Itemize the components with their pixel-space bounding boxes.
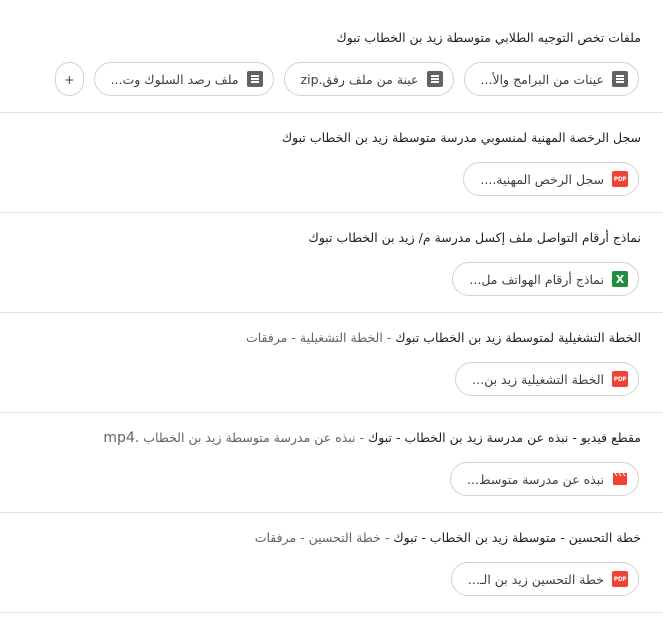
attachment-chips: PDF الخطة التشغيلية زيد بن... bbox=[0, 362, 639, 398]
attachment-chip[interactable]: نبذه عن مدرسة متوسط... bbox=[450, 462, 639, 496]
item-title[interactable]: خطة التحسين - متوسطة زيد بن الخطاب - تبو… bbox=[8, 529, 641, 547]
attachment-chips: نبذه عن مدرسة متوسط... bbox=[0, 462, 639, 498]
excel-icon-text: X bbox=[615, 272, 625, 286]
item-title[interactable]: ملفات تخص التوجيه الطلابي متوسطة زيد بن … bbox=[8, 29, 641, 47]
attachment-chips: X نماذج أرقام الهواتف مل... bbox=[0, 262, 639, 298]
item-title-extension: .mp4 bbox=[103, 430, 140, 446]
pdf-icon-text: PDF bbox=[613, 175, 627, 183]
item-title-main: سجل الرخصة المهنية لمنسوبي مدرسة متوسطة … bbox=[281, 130, 641, 145]
document-icon bbox=[246, 71, 263, 87]
item-title-sub: - خطة التحسين - مرفقات bbox=[254, 530, 394, 545]
item-title-sub: - نبذه عن مدرسة متوسطة زيد بن الخطاب bbox=[139, 430, 368, 445]
item-title-main: ملفات تخص التوجيه الطلابي متوسطة زيد بن … bbox=[336, 30, 641, 45]
attachment-chip[interactable]: ملف رصد السلوك وت... bbox=[93, 62, 274, 96]
list-item: الخطة التشغيلية لمتوسطة زيد بن الخطاب تب… bbox=[0, 313, 663, 413]
attachment-chip[interactable]: PDF الخطة التشغيلية زيد بن... bbox=[455, 362, 639, 396]
pdf-icon-text: PDF bbox=[613, 575, 627, 583]
attachment-name: ملف رصد السلوك وت... bbox=[110, 71, 239, 87]
item-title-main: نماذج أرقام التواصل ملف إكسل مدرسة م/ زي… bbox=[308, 230, 641, 245]
item-title-main: مقطع فيديو - نبذه عن مدرسة زيد بن الخطاب… bbox=[368, 430, 641, 445]
pdf-icon: PDF bbox=[612, 371, 628, 387]
attachment-chip[interactable]: عينة من ملف رفق.zip bbox=[283, 62, 454, 96]
attachment-name: نماذج أرقام الهواتف مل... bbox=[469, 271, 604, 287]
video-icon bbox=[612, 471, 628, 487]
item-title[interactable]: نماذج أرقام التواصل ملف إكسل مدرسة م/ زي… bbox=[8, 229, 641, 247]
list-item: مقطع فيديو - نبذه عن مدرسة زيد بن الخطاب… bbox=[0, 413, 663, 513]
attachment-chips: عينات من البرامج والأ... عينة من ملف رفق… bbox=[0, 62, 639, 98]
item-title[interactable]: سجل الرخصة المهنية لمنسوبي مدرسة متوسطة … bbox=[8, 129, 641, 147]
attachment-name: عينات من البرامج والأ... bbox=[480, 71, 604, 87]
attachment-chips: PDF خطة التحسين زيد بن الـ... bbox=[0, 562, 639, 598]
list-item: خطة التحسين - متوسطة زيد بن الخطاب - تبو… bbox=[0, 513, 663, 613]
item-title-main: خطة التحسين - متوسطة زيد بن الخطاب - تبو… bbox=[393, 530, 641, 545]
document-icon bbox=[426, 71, 443, 87]
attachment-chips: PDF سجل الرخص المهنية.... bbox=[0, 162, 639, 198]
pdf-icon-text: PDF bbox=[613, 375, 627, 383]
excel-icon: X bbox=[612, 271, 628, 287]
document-icon bbox=[612, 71, 628, 87]
item-title-main: الخطة التشغيلية لمتوسطة زيد بن الخطاب تب… bbox=[395, 330, 641, 345]
attachment-chip[interactable]: PDF خطة التحسين زيد بن الـ... bbox=[450, 562, 639, 596]
more-attachments-label: + bbox=[64, 71, 75, 87]
more-attachments-button[interactable]: + bbox=[55, 62, 84, 96]
pdf-icon: PDF bbox=[612, 171, 628, 187]
attachment-chip[interactable]: عينات من البرامج والأ... bbox=[463, 62, 639, 96]
attachment-name: خطة التحسين زيد بن الـ... bbox=[467, 571, 604, 587]
pdf-icon: PDF bbox=[612, 571, 628, 587]
item-title[interactable]: مقطع فيديو - نبذه عن مدرسة زيد بن الخطاب… bbox=[8, 429, 641, 447]
attachment-chip[interactable]: X نماذج أرقام الهواتف مل... bbox=[452, 262, 639, 296]
item-title-sub: - الخطة التشغيلية - مرفقات bbox=[245, 330, 396, 345]
list-item: نماذج أرقام التواصل ملف إكسل مدرسة م/ زي… bbox=[0, 213, 663, 313]
item-title[interactable]: الخطة التشغيلية لمتوسطة زيد بن الخطاب تب… bbox=[8, 329, 641, 347]
list-item: ملفات تخص التوجيه الطلابي متوسطة زيد بن … bbox=[0, 13, 663, 113]
list-item: سجل الرخصة المهنية لمنسوبي مدرسة متوسطة … bbox=[0, 113, 663, 213]
attachment-name: عينة من ملف رفق.zip bbox=[300, 71, 419, 87]
attachment-list: ملفات تخص التوجيه الطلابي متوسطة زيد بن … bbox=[0, 13, 663, 620]
attachment-chip[interactable]: PDF سجل الرخص المهنية.... bbox=[463, 162, 639, 196]
attachment-name: نبذه عن مدرسة متوسط... bbox=[467, 471, 604, 487]
attachment-name: الخطة التشغيلية زيد بن... bbox=[472, 371, 604, 387]
attachment-name: سجل الرخص المهنية.... bbox=[480, 171, 604, 187]
